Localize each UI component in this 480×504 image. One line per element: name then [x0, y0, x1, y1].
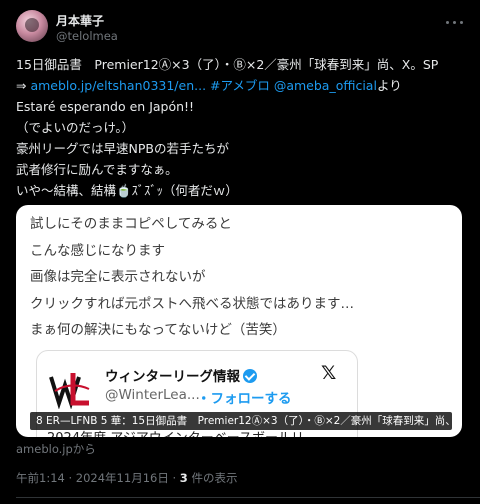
card-title-overlay[interactable]: 8 ER—LFNB 5 華：15日御品書 Premier12Ⓐ×3（了）・Ⓑ×2…: [30, 412, 452, 430]
winter-league-logo: [49, 373, 90, 409]
view-label: 件の表示: [187, 471, 238, 485]
timestamp[interactable]: 午前1:14 · 2024年11月16日 ·: [16, 471, 180, 485]
verified-icon: [243, 369, 257, 383]
card-line: 画像は完全に表示されないが: [30, 269, 206, 285]
card-line: まぁ何の解決にもなってないけど（苦笑）: [30, 322, 286, 338]
card-line: こんな感じになります: [30, 242, 165, 259]
hashtag-link[interactable]: #アメブロ: [206, 78, 270, 93]
avatar[interactable]: [16, 10, 48, 42]
mention-link[interactable]: @ameba_official: [270, 78, 377, 93]
embed-handle[interactable]: @WinterLea...: [105, 387, 200, 403]
post-meta: 午前1:14 · 2024年11月16日 · 3 件の表示: [16, 470, 237, 486]
tweet-line: 豪州リーグでは早速NPBの若手たちが: [16, 141, 229, 156]
embed-name-text: ウィンターリーグ情報: [105, 369, 240, 385]
blog-link[interactable]: ameblo.jp/eltshan0331/en...: [30, 78, 206, 93]
tweet-line: （でよいのだっけ。）: [16, 120, 135, 135]
tweet-line: ⇒ ameblo.jp/eltshan0331/en... #アメブロ @ame…: [16, 75, 468, 96]
suffix-text: より: [376, 78, 402, 93]
x-logo-icon[interactable]: 𝕏: [321, 363, 341, 383]
divider: [16, 497, 480, 498]
tweet-text: 15日御品書 Premier12Ⓐ×3（了）・Ⓑ×2／豪州「球春到来」尚、X。S…: [16, 54, 468, 201]
follow-button[interactable]: ・フォローする: [197, 387, 292, 407]
author-handle[interactable]: @telolmea: [56, 29, 118, 43]
tweet-header: 月本華子 @telolmea: [16, 10, 468, 46]
link-card[interactable]: 試しにそのままコピペしてみると こんな感じになります 画像は完全に表示されないが…: [16, 205, 462, 437]
tweet-line: 15日御品書 Premier12Ⓐ×3（了）・Ⓑ×2／豪州「球春到来」尚、X。S…: [16, 57, 439, 72]
tweet-line: 武者修行に励んでますなぁ。: [16, 162, 178, 177]
tweet-line: いや～結構、結構🍵ｽﾞｽﾞｯ（何者だｗ）: [16, 183, 238, 198]
arrow-text: ⇒: [16, 78, 31, 93]
card-text: 試しにそのままコピペしてみると こんな感じになります 画像は完全に表示されないが…: [30, 211, 354, 344]
card-line: クリックすれば元ポストへ飛べる状態ではあります…: [30, 295, 354, 312]
embed-account-name[interactable]: ウィンターリーグ情報: [105, 365, 257, 385]
tweet-line: Estaré esperando en Japón!!: [16, 99, 195, 114]
more-icon[interactable]: [446, 16, 464, 30]
card-line: 試しにそのままコピペしてみると: [30, 216, 232, 232]
view-count: 3: [179, 471, 188, 485]
author-name[interactable]: 月本華子: [56, 12, 104, 29]
card-source[interactable]: ameblo.jpから: [16, 441, 96, 457]
